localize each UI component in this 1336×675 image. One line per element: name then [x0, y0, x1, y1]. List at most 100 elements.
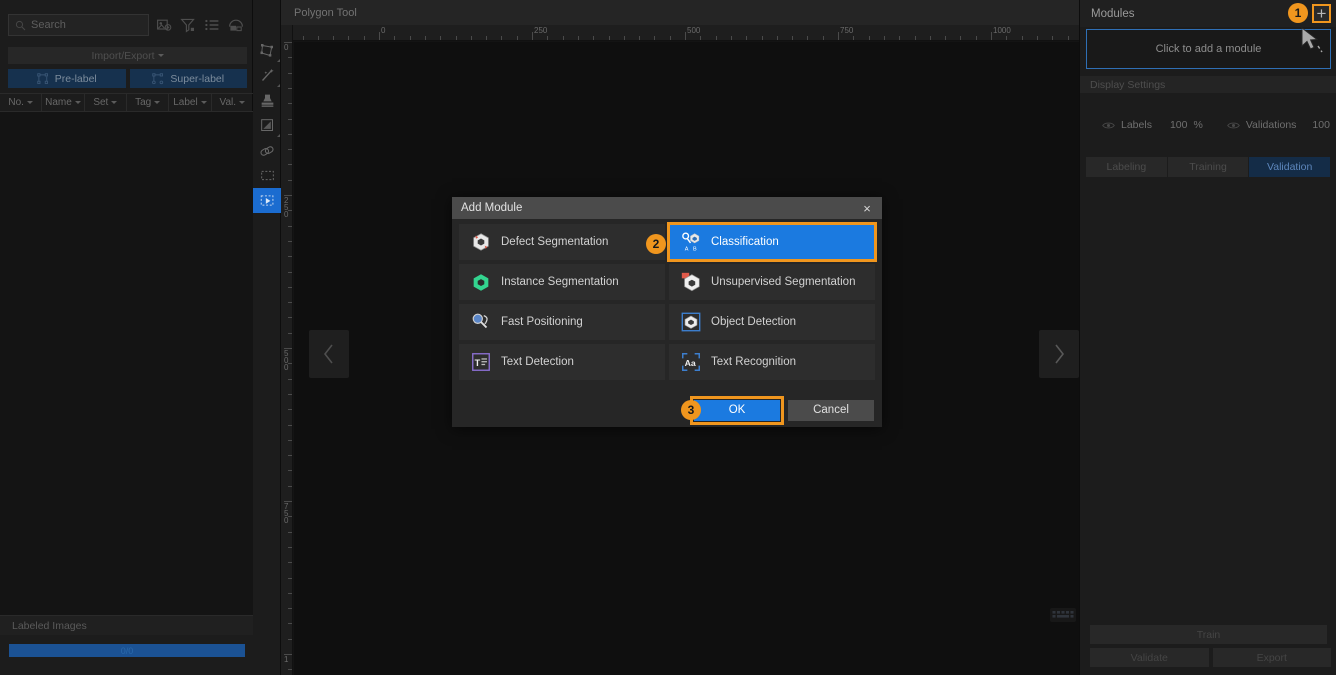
- column-header-name[interactable]: Name: [42, 94, 85, 111]
- column-header-val[interactable]: Val.: [212, 94, 253, 111]
- ok-button[interactable]: OK: [690, 395, 784, 425]
- ruler-tick: [288, 57, 292, 59]
- chevron-down-icon: [157, 54, 164, 57]
- ruler-label: 750: [840, 26, 854, 35]
- ruler-tick: [639, 36, 641, 40]
- mode-tabs: Labeling Training Validation: [1086, 157, 1332, 177]
- marquee-select-tool[interactable]: [253, 163, 281, 188]
- display-settings-header: Display Settings: [1080, 76, 1336, 93]
- stamp-tool[interactable]: [253, 88, 281, 113]
- ruler-tick: [822, 36, 824, 40]
- tool-expand-corner: [277, 134, 280, 137]
- module-option-defect-segmentation[interactable]: Defect Segmentation: [459, 224, 665, 260]
- ruler-tick: [288, 179, 292, 181]
- validations-visibility[interactable]: Validations 100 %: [1227, 119, 1336, 131]
- ruler-tick: [960, 36, 962, 40]
- module-dropzone[interactable]: Click to add a module: [1086, 29, 1331, 69]
- search-input[interactable]: Search: [8, 14, 149, 36]
- module-option-fast-positioning[interactable]: Fast Positioning: [459, 304, 665, 340]
- search-icon: [15, 20, 26, 31]
- magic-wand-tool[interactable]: [253, 63, 281, 88]
- ruler-label: 1: [284, 655, 288, 664]
- visibility-row: Labels 100 % Validations 100 %: [1080, 115, 1336, 135]
- dialog-title: Add Module: [461, 202, 523, 214]
- move-select-icon: [260, 193, 275, 208]
- keyboard-shortcuts-icon[interactable]: [1047, 602, 1079, 628]
- tab-training[interactable]: Training: [1167, 157, 1250, 177]
- train-button[interactable]: Train: [1090, 625, 1327, 644]
- module-label: Instance Segmentation: [501, 276, 619, 288]
- export-button[interactable]: Export: [1212, 648, 1331, 667]
- ruler-tick: [730, 36, 732, 40]
- ruler-label: 0: [284, 43, 288, 52]
- display-settings-label: Display Settings: [1090, 78, 1166, 91]
- vertical-ruler: 0 250 500 750 1: [281, 25, 293, 675]
- ruler-tick: [685, 32, 686, 40]
- module-label: Classification: [711, 236, 779, 248]
- polygon-tool[interactable]: [253, 38, 281, 63]
- column-header-label[interactable]: Label: [169, 94, 212, 111]
- ruler-tick: [302, 36, 304, 40]
- module-option-object-detection[interactable]: Object Detection: [669, 304, 875, 340]
- ruler-tick: [288, 393, 292, 395]
- cancel-button[interactable]: Cancel: [788, 399, 874, 421]
- ruler-tick: [914, 36, 916, 40]
- module-label: Unsupervised Segmentation: [711, 276, 856, 288]
- import-export-dropdown[interactable]: Import/Export: [8, 47, 247, 64]
- validations-value: 100: [1312, 119, 1330, 131]
- list-view-icon[interactable]: [203, 16, 221, 34]
- module-option-text-recognition[interactable]: Aa Text Recognition: [669, 344, 875, 380]
- ruler-tick: [1052, 36, 1054, 40]
- close-icon[interactable]: ×: [859, 197, 875, 219]
- app-root: Search Import/Export Pre-label Super-lab…: [0, 0, 1336, 675]
- eraser-tool[interactable]: [253, 138, 281, 163]
- funnel-filter-icon[interactable]: [179, 16, 197, 34]
- thumbnail-view-icon[interactable]: [227, 16, 245, 34]
- ruler-label: 500: [284, 349, 288, 372]
- ruler-tick: [929, 36, 931, 40]
- move-select-tool[interactable]: [253, 188, 281, 213]
- ruler-tick: [288, 225, 292, 227]
- dropzone-label: Click to add a module: [1155, 43, 1262, 55]
- previous-image-button[interactable]: [309, 330, 349, 378]
- ruler-label: 250: [284, 196, 288, 219]
- ruler-tick: [669, 36, 671, 40]
- svg-text:B: B: [693, 246, 697, 252]
- ruler-tick: [288, 72, 292, 74]
- ruler-tick: [807, 36, 809, 40]
- ruler-label: 0: [381, 26, 386, 35]
- ruler-tick: [288, 286, 292, 288]
- column-header-no[interactable]: No.: [0, 94, 43, 111]
- pre-label-button[interactable]: Pre-label: [8, 69, 126, 88]
- labels-visibility[interactable]: Labels 100 %: [1102, 119, 1203, 131]
- module-option-instance-segmentation[interactable]: Instance Segmentation: [459, 264, 665, 300]
- ruler-tick: [945, 36, 947, 40]
- tab-labeling[interactable]: Labeling: [1086, 157, 1168, 177]
- chevron-down-icon: [111, 101, 118, 104]
- validate-button[interactable]: Validate: [1090, 648, 1209, 667]
- chevron-down-icon: [200, 101, 207, 104]
- image-filter-icon[interactable]: [155, 16, 173, 34]
- module-option-classification[interactable]: A B Classification: [667, 222, 877, 262]
- super-label-button[interactable]: Super-label: [129, 69, 247, 88]
- column-header-tag[interactable]: Tag: [127, 94, 170, 111]
- ok-label: OK: [728, 404, 746, 416]
- add-module-button[interactable]: +: [1312, 4, 1331, 23]
- train-label: Train: [1196, 628, 1221, 641]
- ruler-tick: [317, 36, 319, 40]
- column-header-set[interactable]: Set: [85, 94, 127, 111]
- polygon-icon: [260, 43, 275, 58]
- tool-sidebar: [253, 0, 281, 675]
- ruler-tick: [501, 36, 503, 40]
- module-option-unsupervised-segmentation[interactable]: Unsupervised Segmentation: [669, 264, 875, 300]
- ruler-tick: [288, 378, 292, 380]
- shape-tool[interactable]: [253, 113, 281, 138]
- unsupervised-segmentation-icon: [680, 271, 702, 293]
- module-option-text-detection[interactable]: T Text Detection: [459, 344, 665, 380]
- image-list-area[interactable]: [0, 112, 253, 618]
- horizontal-ruler: 0 250 500 750 1000: [293, 25, 1079, 41]
- tab-validation[interactable]: Validation: [1249, 157, 1332, 177]
- ruler-tick: [288, 87, 292, 89]
- next-image-button[interactable]: [1039, 330, 1079, 378]
- ruler-label: 750: [284, 502, 288, 525]
